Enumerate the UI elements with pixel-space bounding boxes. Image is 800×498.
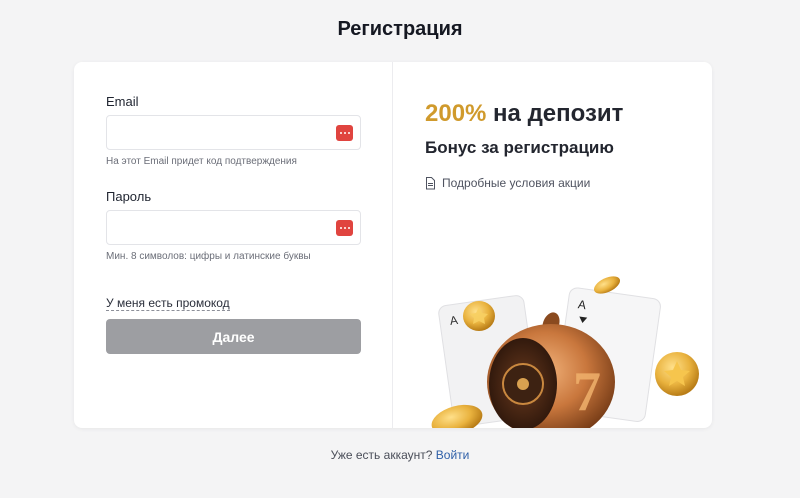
password-manager-icon[interactable]: [336, 220, 353, 236]
password-label: Пароль: [106, 189, 152, 204]
password-field-wrapper: [106, 210, 361, 245]
promo-code-link[interactable]: У меня есть промокод: [106, 296, 230, 311]
registration-card: Email На этот Email придет код подтвержд…: [74, 62, 712, 428]
bonus-panel: 200% на депозит Бонус за регистрацию Под…: [393, 62, 712, 428]
login-prompt: Уже есть аккаунт? Войти: [0, 448, 800, 462]
password-field[interactable]: [107, 211, 360, 244]
login-question: Уже есть аккаунт?: [330, 448, 433, 462]
bonus-headline: 200% на депозит: [425, 100, 712, 128]
bonus-subtitle: Бонус за регистрацию: [425, 138, 614, 157]
svg-text:7: 7: [573, 361, 601, 423]
terms-link-label: Подробные условия акции: [442, 176, 591, 190]
coin-right: [655, 352, 699, 396]
page-title: Регистрация: [337, 18, 463, 40]
registration-form: Email На этот Email придет код подтвержд…: [74, 62, 393, 428]
next-button[interactable]: Далее: [106, 319, 361, 354]
email-hint: На этот Email придет код подтверждения: [106, 156, 297, 167]
email-field[interactable]: [107, 116, 360, 149]
password-hint: Мин. 8 символов: цифры и латинские буквы: [106, 251, 311, 262]
bonus-percent: 200%: [425, 100, 487, 127]
login-link[interactable]: Войти: [436, 448, 470, 462]
casino-illustration: A A 7: [431, 276, 699, 428]
terms-link[interactable]: Подробные условия акции: [425, 176, 712, 190]
bonus-headline-text: на депозит: [486, 100, 624, 127]
password-manager-icon[interactable]: [336, 125, 353, 141]
email-label: Email: [106, 94, 139, 109]
email-field-wrapper: [106, 115, 361, 150]
document-icon: [426, 176, 435, 189]
coin-top-left: [463, 301, 495, 331]
